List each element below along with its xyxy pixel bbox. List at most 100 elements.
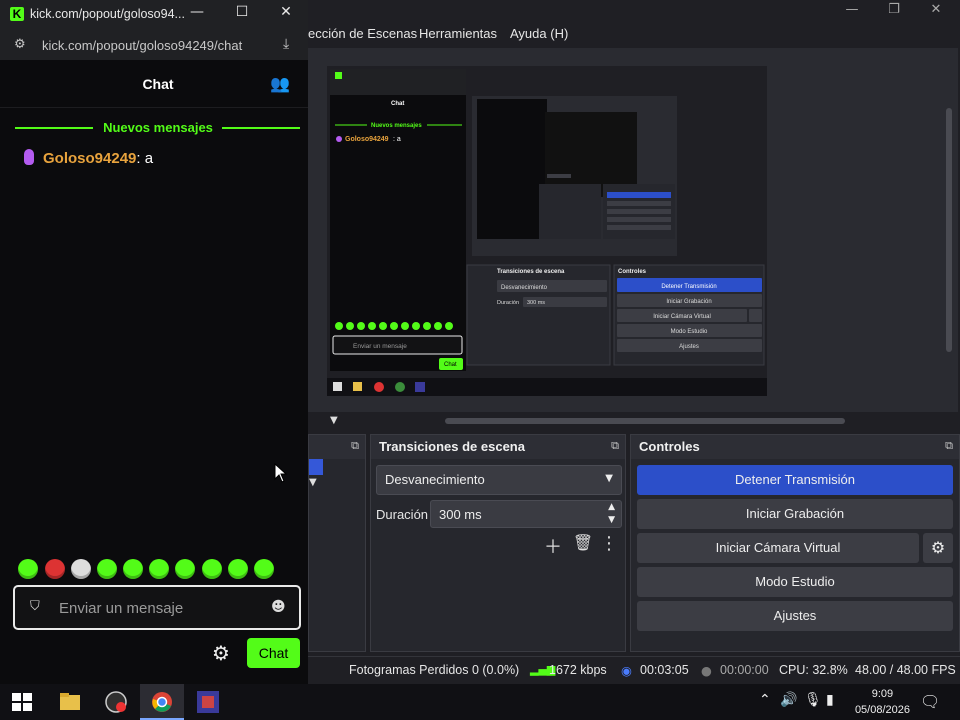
mouse-cursor-icon xyxy=(274,463,288,483)
download-icon[interactable]: ⤓ xyxy=(283,36,289,52)
preview-new-messages: Nuevos mensajes xyxy=(371,123,422,129)
preview-input-placeholder: Enviar un mensaje xyxy=(353,343,407,350)
microphone-badge-icon xyxy=(24,149,34,165)
more-options-icon[interactable]: ⋮ xyxy=(599,533,619,554)
start-recording-button[interactable]: Iniciar Grabación xyxy=(637,499,953,529)
maximize-icon[interactable]: ☐ xyxy=(227,4,257,20)
float-icon[interactable]: ⧉ xyxy=(351,439,359,453)
taskbar-clock[interactable]: 9:09 05/08/2026 xyxy=(855,686,910,718)
trash-icon[interactable]: 🗑 xyxy=(571,533,595,552)
windows-start-icon[interactable] xyxy=(10,690,34,714)
menu-help[interactable]: Ayuda (H) xyxy=(510,26,568,41)
preview-ctl-2: Iniciar Cámara Virtual xyxy=(653,314,711,320)
chat-username[interactable]: Goloso94249 xyxy=(43,150,136,167)
chat-header: Chat 👥 xyxy=(0,60,308,108)
chevron-down-icon: ▼ xyxy=(605,473,613,484)
obs-statusbar: Fotogramas Perdidos 0 (0.0%) ▂▄▆ 1672 kb… xyxy=(308,656,960,682)
gear-icon[interactable]: ⚙ xyxy=(923,533,953,563)
menu-scene-collection[interactable]: ección de Escenas xyxy=(308,26,417,41)
chat-input-placeholder: Enviar un mensaje xyxy=(59,600,184,617)
kick-logo-icon: K xyxy=(10,7,24,21)
dropped-frames: Fotogramas Perdidos 0 (0.0%) xyxy=(349,663,520,677)
chrome-icon[interactable] xyxy=(150,690,174,714)
emote-icon[interactable] xyxy=(45,559,65,579)
preview-hscrollbar[interactable] xyxy=(445,418,845,424)
emote-icon[interactable] xyxy=(149,559,169,579)
preview-transitions-title: Transiciones de escena xyxy=(497,269,565,275)
controls-dock: Controles ⧉ Detener Transmisión Iniciar … xyxy=(630,434,960,652)
cpu-usage: CPU: 32.8% xyxy=(779,663,848,677)
emote-icon[interactable] xyxy=(175,559,195,579)
popout-url[interactable]: kick.com/popout/goloso94249/chat xyxy=(42,38,242,53)
preview-message: : a xyxy=(393,136,401,143)
record-time: 00:00:00 xyxy=(720,663,769,677)
chat-message-text: : a xyxy=(136,150,154,167)
preview-duration-label: Duración xyxy=(497,300,519,306)
gear-icon[interactable]: ⚙ xyxy=(212,641,230,665)
popout-urlbar: ⚙ kick.com/popout/goloso94249/chat ⤓ xyxy=(0,30,308,60)
chat-input[interactable]: ⛉ Enviar un mensaje ☻ xyxy=(13,585,301,630)
site-info-icon[interactable]: ⚙ xyxy=(14,37,26,52)
preview-vscrollbar[interactable] xyxy=(946,108,952,352)
chat-title: Chat xyxy=(142,76,174,92)
sources-selected-row[interactable] xyxy=(309,459,323,475)
new-messages-label: Nuevos mensajes xyxy=(103,120,213,135)
preview-capture: Chat Nuevos mensajes Goloso94249 : a Env… xyxy=(327,66,767,396)
duration-label: Duración xyxy=(376,507,429,522)
menu-tools[interactable]: Herramientas xyxy=(419,26,497,41)
close-icon[interactable]: ✕ xyxy=(916,0,956,22)
emote-icon[interactable] xyxy=(71,559,91,579)
emoji-icon[interactable]: ☻ xyxy=(271,599,286,615)
studio-mode-button[interactable]: Modo Estudio xyxy=(637,567,953,597)
chevron-down-icon[interactable]: ▼ xyxy=(309,477,317,488)
emote-icon[interactable] xyxy=(123,559,143,579)
duration-field[interactable]: 300 ms ▲ ▼ xyxy=(430,500,622,528)
chat-send-button[interactable]: Chat xyxy=(247,638,300,668)
float-icon[interactable]: ⧉ xyxy=(945,439,953,453)
emote-icon[interactable] xyxy=(228,559,248,579)
settings-button[interactable]: Ajustes xyxy=(637,601,953,631)
spin-arrows-icon: ▲ ▼ xyxy=(608,502,615,525)
preview-username: Goloso94249 xyxy=(345,136,389,143)
start-virtual-camera-button[interactable]: Iniciar Cámara Virtual xyxy=(637,533,919,563)
stop-stream-button[interactable]: Detener Transmisión xyxy=(637,465,953,495)
microphone-icon[interactable]: 🎙 xyxy=(804,692,822,708)
fps: 48.00 / 48.00 FPS xyxy=(855,663,956,677)
minimize-icon[interactable]: — xyxy=(832,0,872,22)
transition-select[interactable]: Desvanecimiento ▼ xyxy=(376,465,622,495)
game-app-icon[interactable] xyxy=(196,690,220,714)
emote-icon[interactable] xyxy=(97,559,117,579)
restore-icon[interactable]: ❐ xyxy=(874,0,914,22)
kick-chat-popout-window: K kick.com/popout/goloso94... — ☐ ✕ ⚙ ki… xyxy=(0,0,308,684)
emote-icon[interactable] xyxy=(18,559,38,579)
chevron-up-icon[interactable]: ⌃ xyxy=(759,692,771,708)
popout-title: kick.com/popout/goloso94... xyxy=(30,7,185,21)
chevron-down-icon[interactable]: ▼ xyxy=(330,415,338,426)
emote-icon[interactable] xyxy=(202,559,222,579)
preview-send-button: Chat xyxy=(444,362,457,368)
obs-taskbar-icon[interactable] xyxy=(104,690,128,714)
add-icon[interactable]: ＋ xyxy=(541,533,565,559)
stream-icon: ◉ xyxy=(621,663,632,678)
volume-icon[interactable]: 🔊 xyxy=(780,692,797,708)
transitions-title: Transiciones de escena xyxy=(371,435,625,459)
preview-transition-value: Desvanecimiento xyxy=(501,285,548,291)
transitions-dock: Transiciones de escena ⧉ Desvanecimiento… xyxy=(370,434,626,652)
notifications-icon[interactable]: 🗨 xyxy=(920,692,940,711)
shield-icon[interactable]: ⛉ xyxy=(30,599,40,614)
emote-icon[interactable] xyxy=(254,559,274,579)
clock-date: 05/08/2026 xyxy=(854,704,910,716)
preview-duration-value: 300 ms xyxy=(527,300,545,306)
float-icon[interactable]: ⧉ xyxy=(611,439,619,453)
preview-ctl-0: Detener Transmisión xyxy=(661,284,716,290)
bitrate: 1672 kbps xyxy=(549,663,607,677)
duration-value: 300 ms xyxy=(439,507,482,522)
stream-preview[interactable]: Chat Nuevos mensajes Goloso94249 : a Env… xyxy=(327,66,767,396)
preview-controls-title: Controles xyxy=(618,269,647,275)
close-icon[interactable]: ✕ xyxy=(271,4,301,20)
desktop: — ❐ ✕ ección de Escenas Herramientas Ayu… xyxy=(0,0,960,720)
battery-icon[interactable]: ▮ xyxy=(826,692,834,708)
users-icon[interactable]: 👥 xyxy=(270,74,290,93)
minimize-icon[interactable]: — xyxy=(182,4,212,20)
file-explorer-icon[interactable] xyxy=(58,690,82,714)
